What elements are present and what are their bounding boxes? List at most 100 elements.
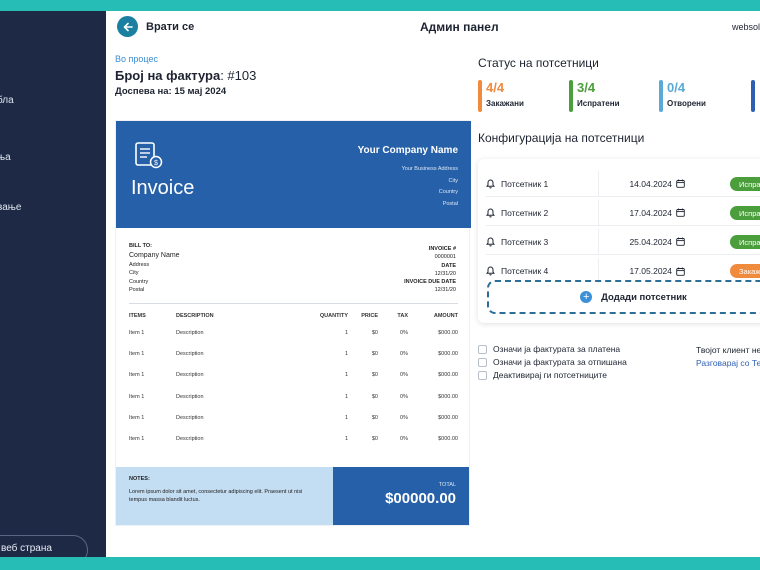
stat-label: Закажани — [486, 99, 524, 108]
item-amount-cell: $000.00 — [438, 372, 458, 379]
invoice-due-date: Доспева на: 15 мај 2024 — [115, 86, 227, 97]
reminder-name: Потсетник 1 — [501, 178, 549, 189]
reminder-status-badge: Испрате — [730, 206, 760, 220]
table-row: Item 1 Description 1 $0 0% $000.00 — [129, 394, 458, 415]
plus-icon: + — [580, 291, 593, 303]
sidebar-item-label: ња — [0, 152, 11, 163]
contact-team-link[interactable]: Разговарај со Те — [696, 358, 760, 368]
calendar-icon[interactable] — [676, 267, 685, 276]
bill-company-name: Company Name — [129, 251, 180, 259]
stat-bar — [751, 80, 755, 112]
checkbox[interactable] — [478, 357, 487, 367]
calendar-icon[interactable] — [676, 208, 685, 217]
reminder-date-field[interactable]: 17.04.2024 — [598, 199, 693, 226]
reminder-status-badge: Испрате — [730, 177, 760, 191]
reminder-row[interactable]: Потсетник 2 17.04.2024 Испрате — [486, 199, 760, 226]
sidebar-item-2[interactable]: ња — [0, 152, 11, 163]
sidebar-item-3[interactable]: вање — [0, 202, 21, 213]
stat-value: 0/4 — [667, 80, 686, 95]
item-quantity-cell: 1 — [344, 372, 348, 379]
bill-to-label: BILL TO: — [129, 243, 153, 249]
meta-label: INVOICE DUE DATE — [404, 279, 456, 286]
item-quantity-cell: 1 — [344, 393, 348, 400]
stat-scheduled: 4/4 Закажани — [478, 80, 524, 112]
item-tax-cell: 0% — [400, 330, 408, 336]
item-amount-cell: $000.00 — [438, 435, 458, 442]
calendar-icon[interactable] — [676, 237, 685, 246]
checkbox[interactable] — [478, 344, 487, 354]
item-amount-cell: $000.00 — [438, 351, 458, 358]
item-quantity-cell: 1 — [344, 330, 348, 336]
table-header-row: ITEMS DESCRIPTION QUANTITY PRICE TAX AMO… — [129, 313, 458, 330]
calendar-icon[interactable] — [676, 179, 685, 188]
item-description-cell: Description — [176, 330, 204, 336]
column-header: AMOUNT — [433, 313, 458, 319]
item-price-cell: $0 — [371, 393, 378, 400]
invoice-number-label: Број на фактура — [115, 68, 221, 83]
site-name: websol — [732, 22, 760, 32]
bill-country: Country — [129, 278, 149, 285]
item-price-cell: $0 — [371, 351, 378, 358]
item-name-cell: Item 1 — [129, 393, 145, 400]
invoice-items-table: ITEMS DESCRIPTION QUANTITY PRICE TAX AMO… — [129, 313, 458, 457]
reminder-date-field[interactable]: 14.04.2024 — [598, 170, 693, 197]
item-tax-cell: 0% — [400, 372, 408, 379]
sidebar: бла ња вање веб страна — [0, 11, 106, 557]
stat-sent: 3/4 Испратени — [569, 80, 619, 112]
item-tax-cell: 0% — [400, 393, 408, 400]
checkbox-label: Означи ја фактурата за платена — [493, 344, 621, 354]
meta-value: 12/31/20 — [434, 287, 456, 294]
arrow-left-icon — [117, 16, 138, 37]
reminder-name: Потсетник 3 — [501, 236, 549, 247]
reminder-config-card: Потсетник 1 14.04.2024 Испрате Потсетник 2 1… — [478, 159, 760, 323]
reminder-row[interactable]: Потсетник 3 25.04.2024 Испрате — [486, 228, 760, 255]
checkbox[interactable] — [478, 370, 487, 380]
total-amount: $00000.00 — [385, 490, 456, 507]
item-description-cell: Description — [176, 435, 204, 442]
meta-label: INVOICE # — [428, 246, 456, 252]
notes-box: NOTES: Lorem ipsum dolor sit amet, conse… — [116, 467, 335, 525]
add-reminder-label: Додади потсетник — [601, 291, 687, 303]
meta-label: DATE — [441, 262, 456, 269]
website-button[interactable]: веб страна — [0, 535, 88, 557]
reminder-date: 17.05.2024 — [629, 266, 672, 276]
add-reminder-button[interactable]: + Додади потсетник — [487, 280, 760, 314]
item-description-cell: Description — [176, 414, 204, 421]
invoice-header: $ Invoice Your Company Name Your Busines… — [116, 121, 471, 228]
reminder-row[interactable]: Потсетник 1 14.04.2024 Испрате — [486, 170, 760, 197]
item-name-cell: Item 1 — [129, 351, 145, 358]
mark-paid-checkbox[interactable]: Означи ја фактурата за платена — [478, 344, 620, 354]
sidebar-item-1[interactable]: бла — [0, 95, 14, 106]
column-header: DESCRIPTION — [176, 313, 214, 319]
invoice-preview: $ Invoice Your Company Name Your Busines… — [115, 120, 471, 526]
stat-fourth — [751, 80, 759, 112]
company-city: City — [448, 178, 458, 184]
item-name-cell: Item 1 — [129, 414, 145, 421]
reminder-date-field[interactable]: 25.04.2024 — [598, 228, 693, 255]
stat-bar — [569, 80, 573, 112]
item-amount-cell: $000.00 — [438, 414, 458, 421]
stat-value: 4/4 — [486, 80, 505, 95]
mark-written-off-checkbox[interactable]: Означи ја фактурата за отпишана — [478, 357, 627, 367]
invoice-number-value: : #103 — [220, 68, 257, 83]
reminder-date: 17.04.2024 — [629, 207, 672, 218]
company-country: Country — [438, 189, 458, 195]
page-title: Админ панел — [420, 20, 499, 34]
item-tax-cell: 0% — [400, 435, 408, 442]
reminder-date: 25.04.2024 — [629, 236, 672, 247]
meta-value: 0000001 — [434, 254, 456, 261]
invoice-title: Invoice — [131, 177, 195, 199]
app-window: бла ња вање веб страна Врати се Админ па… — [0, 11, 760, 557]
invoice-status: Во процес — [115, 54, 158, 64]
item-description-cell: Description — [176, 351, 204, 358]
item-description-cell: Description — [176, 393, 204, 400]
company-address: Your Business Address — [401, 166, 458, 172]
back-button[interactable]: Врати се — [117, 16, 194, 37]
item-name-cell: Item 1 — [129, 330, 145, 336]
back-button-label: Врати се — [146, 20, 195, 33]
item-price-cell: $0 — [371, 372, 378, 379]
table-row: Item 1 Description 1 $0 0% $000.00 — [129, 436, 458, 457]
item-quantity-cell: 1 — [344, 435, 348, 442]
reminder-date: 14.04.2024 — [629, 178, 672, 189]
deactivate-reminders-checkbox[interactable]: Деактивирај ги потсетниците — [478, 370, 607, 380]
